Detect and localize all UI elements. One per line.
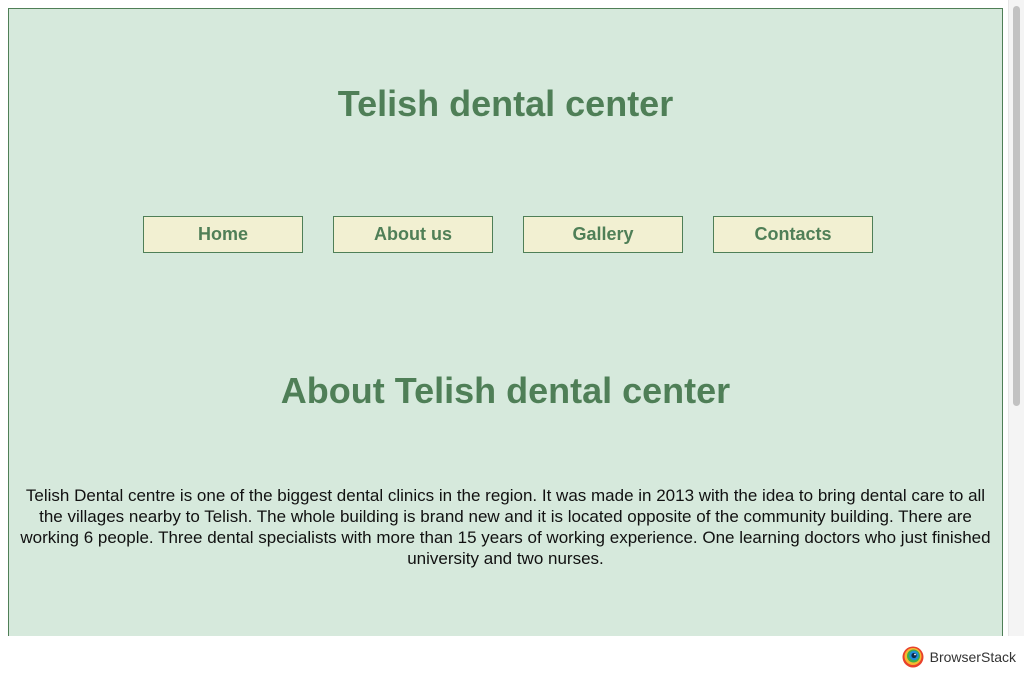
browserstack-wordmark: BrowserStack [930,649,1016,665]
nav-home-button[interactable]: Home [143,216,303,253]
main-nav: Home About us Gallery Contacts [143,216,873,253]
site-title: Telish dental center [337,83,674,124]
nav-about-us-button[interactable]: About us [333,216,493,253]
page-container: Telish dental center Home About us Galle… [8,8,1003,636]
browserstack-brand: BrowserStack [902,646,1016,668]
about-paragraph: Telish Dental centre is one of the bigge… [20,486,991,568]
brand-suffix: Stack [980,649,1016,665]
nav-gallery-button[interactable]: Gallery [523,216,683,253]
scrollbar-thumb[interactable] [1013,6,1020,406]
nav-contacts-button[interactable]: Contacts [713,216,873,253]
browser-viewport: Telish dental center Home About us Galle… [0,0,1024,636]
vertical-scrollbar[interactable] [1008,0,1024,636]
about-heading: About Telish dental center [280,370,731,411]
brand-prefix: Browser [929,649,981,665]
browserstack-logo-icon [902,646,924,668]
browserstack-footer: BrowserStack [0,636,1024,676]
